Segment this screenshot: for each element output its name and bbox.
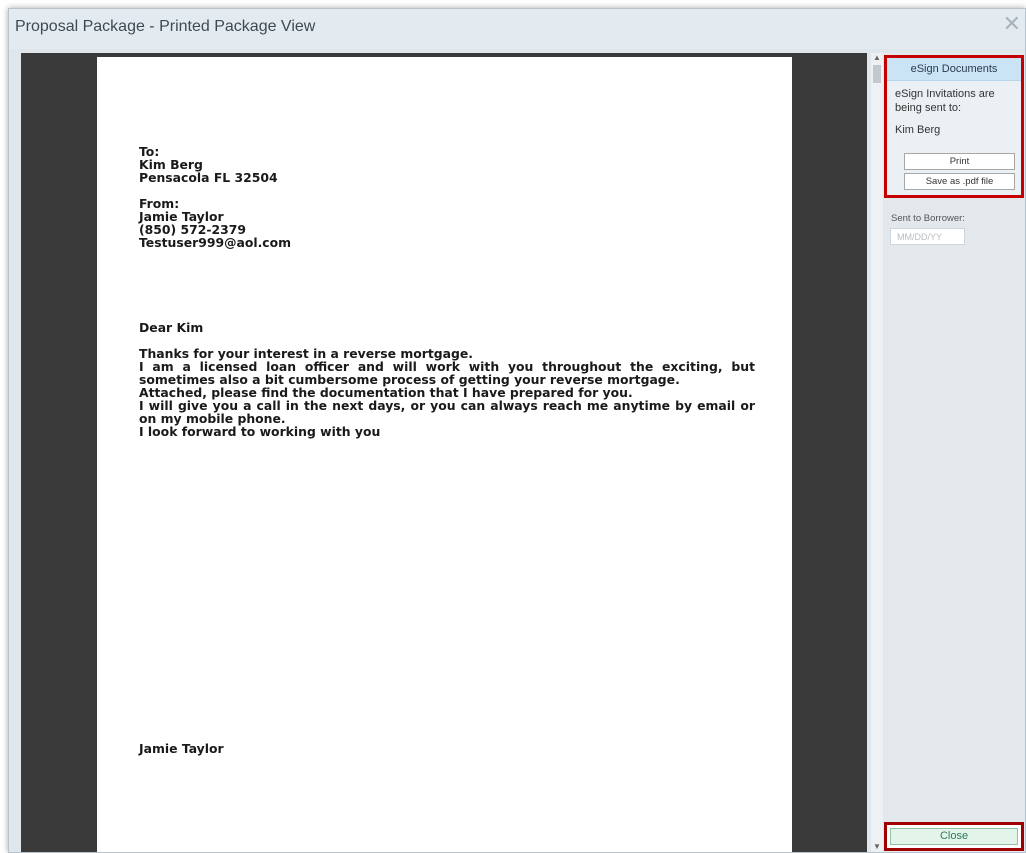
title-bar: Proposal Package - Printed Package View … bbox=[9, 9, 1025, 49]
document-viewer[interactable]: To: Kim Berg Pensacola FL 32504 From: Ja… bbox=[21, 53, 867, 852]
salutation: Dear Kim bbox=[139, 320, 204, 335]
esign-header: eSign Documents bbox=[887, 58, 1021, 81]
save-pdf-button[interactable]: Save as .pdf file bbox=[904, 173, 1015, 190]
letter-page: To: Kim Berg Pensacola FL 32504 From: Ja… bbox=[97, 57, 792, 852]
to-address: Pensacola FL 32504 bbox=[139, 170, 278, 185]
close-button[interactable]: Close bbox=[890, 828, 1018, 845]
sent-to-borrower-label: Sent to Borrower: bbox=[891, 213, 965, 224]
print-button[interactable]: Print bbox=[904, 153, 1015, 170]
esign-panel: eSign Documents eSign Invitations are be… bbox=[884, 55, 1024, 198]
letter-paragraph: I look forward to working with you bbox=[139, 424, 381, 439]
close-icon[interactable]: ✕ bbox=[1003, 13, 1021, 35]
sent-date-input[interactable] bbox=[890, 228, 965, 245]
vertical-scrollbar[interactable]: ▲ ▼ bbox=[871, 53, 883, 852]
letter-paragraph: I am a licensed loan officer and will wo… bbox=[139, 359, 755, 387]
to-label: To: bbox=[139, 144, 160, 159]
esign-info-text: eSign Invitations are being sent to: bbox=[895, 88, 995, 114]
dialog-title: Proposal Package - Printed Package View bbox=[15, 18, 316, 35]
close-button-frame: Close bbox=[884, 822, 1024, 851]
chevron-up-icon[interactable]: ▲ bbox=[871, 53, 883, 63]
letter-body: To: Kim Berg Pensacola FL 32504 From: Ja… bbox=[139, 145, 755, 438]
from-email: Testuser999@aol.com bbox=[139, 235, 292, 250]
letter-paragraph: I will give you a call in the next days,… bbox=[139, 398, 755, 426]
from-label: From: bbox=[139, 196, 180, 211]
chevron-down-icon[interactable]: ▼ bbox=[871, 842, 883, 852]
esign-sidebar: eSign Documents eSign Invitations are be… bbox=[884, 53, 1024, 852]
esign-recipient: Kim Berg bbox=[895, 124, 941, 136]
scrollbar-thumb[interactable] bbox=[873, 65, 881, 83]
signature: Jamie Taylor bbox=[139, 741, 224, 756]
dialog-window: Proposal Package - Printed Package View … bbox=[8, 8, 1026, 853]
